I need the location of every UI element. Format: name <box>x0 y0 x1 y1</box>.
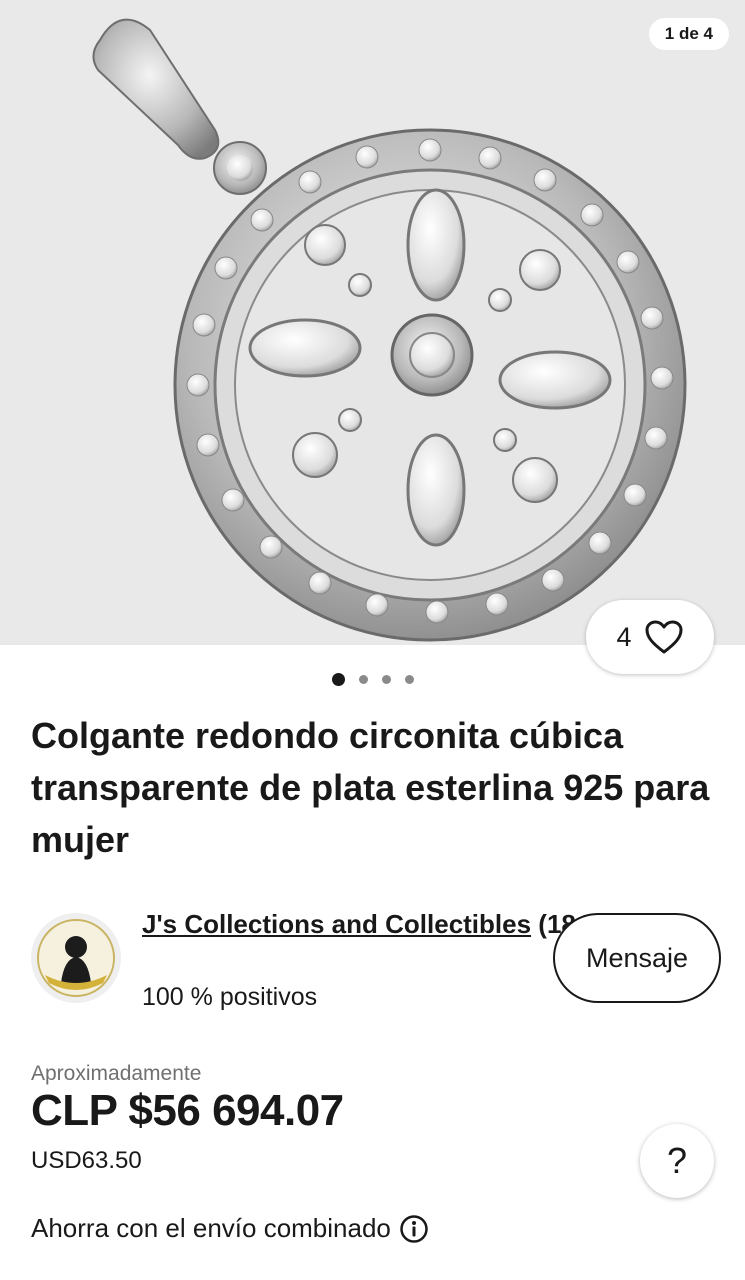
seller-name-link[interactable]: J's Collections and Collectibles <box>142 909 531 939</box>
info-icon[interactable] <box>399 1214 429 1244</box>
image-gallery[interactable]: 1 de 4 <box>0 0 745 645</box>
pagination-dot-3[interactable] <box>381 675 391 684</box>
combined-shipping-row[interactable]: Ahorra con el envío combinado <box>31 1213 429 1244</box>
message-button[interactable]: Mensaje <box>553 913 721 1003</box>
image-counter: 1 de 4 <box>648 18 729 50</box>
seller-avatar[interactable] <box>31 913 121 1003</box>
pendant-photo[interactable] <box>0 0 745 645</box>
price-usd: USD63.50 <box>31 1147 142 1174</box>
help-button[interactable]: ? <box>640 1124 714 1198</box>
price-approx-label: Aproximadamente <box>31 1062 202 1085</box>
combined-shipping-label: Ahorra con el envío combinado <box>31 1213 391 1243</box>
watch-button[interactable]: 4 <box>586 600 714 674</box>
heart-outline-icon <box>645 620 683 654</box>
seller-logo-icon <box>37 919 115 997</box>
pagination-dot-2[interactable] <box>358 675 368 684</box>
pagination-dot-1[interactable] <box>331 673 345 686</box>
seller-feedback-percent: 100 % positivos <box>142 983 318 1011</box>
seller-section: J's Collections and Collectibles (1846) … <box>31 905 721 1015</box>
listing-title: Colgante redondo circonita cúbica transp… <box>31 715 710 860</box>
gallery-pagination <box>0 673 745 686</box>
seller-name-block: J's Collections and Collectibles (1846) <box>142 905 613 943</box>
pagination-dot-4[interactable] <box>404 675 414 684</box>
watch-count: 4 <box>616 621 632 652</box>
price-value: CLP $56 694.07 <box>31 1086 344 1135</box>
